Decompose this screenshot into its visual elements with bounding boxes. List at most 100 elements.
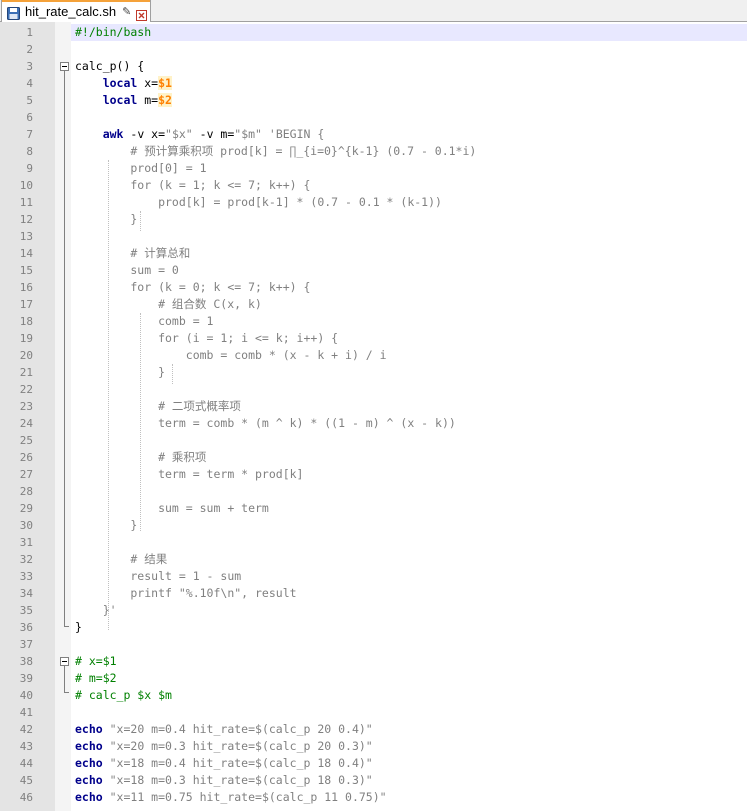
line-code: result = 1 - sum (75, 568, 241, 585)
line-number: 40 (19, 689, 33, 702)
line-number: 18 (19, 315, 33, 328)
code-line[interactable]: 19 for (i = 1; i <= k; i++) { (0, 330, 747, 347)
code-line[interactable]: 5 local m=$2 (0, 92, 747, 109)
close-icon[interactable] (136, 6, 148, 21)
code-line[interactable]: 11 prod[k] = prod[k-1] * (0.7 - 0.1 * (k… (0, 194, 747, 211)
code-line[interactable]: 18 comb = 1 (0, 313, 747, 330)
line-number: 36 (19, 621, 33, 634)
line-code: awk -v x="$x" -v m="$m" 'BEGIN { (75, 126, 325, 143)
code-line[interactable]: 31 (0, 534, 747, 551)
line-number: 16 (19, 281, 33, 294)
code-line[interactable]: 25 (0, 432, 747, 449)
code-line[interactable]: 41 (0, 704, 747, 721)
code-line[interactable]: 4 local x=$1 (0, 75, 747, 92)
code-line[interactable]: 36} (0, 619, 747, 636)
code-line[interactable]: 14 # 计算总和 (0, 245, 747, 262)
code-line[interactable]: 3 calc_p() { (0, 58, 747, 75)
line-code: # 二项式概率项 (75, 398, 241, 415)
code-token: #!/bin/bash (75, 25, 152, 39)
code-line[interactable]: 6 (0, 109, 747, 126)
line-number: 32 (19, 553, 33, 566)
code-token: } (75, 620, 82, 634)
code-line[interactable]: 10 for (k = 1; k <= 7; k++) { (0, 177, 747, 194)
line-code: comb = 1 (75, 313, 213, 330)
line-code: echo "x=18 m=0.3 hit_rate=$(calc_p 18 0.… (75, 772, 373, 789)
code-line[interactable]: 1 #!/bin/bash (0, 24, 747, 41)
code-line[interactable]: 43 echo "x=20 m=0.3 hit_rate=$(calc_p 20 … (0, 738, 747, 755)
line-code: } (75, 517, 137, 534)
code-line[interactable]: 42 echo "x=20 m=0.4 hit_rate=$(calc_p 20 … (0, 721, 747, 738)
code-line[interactable]: 2 (0, 41, 747, 58)
code-line[interactable]: 13 (0, 228, 747, 245)
code-line[interactable]: 29 sum = sum + term (0, 500, 747, 517)
code-token: echo (75, 790, 103, 804)
code-line[interactable]: 23 # 二项式概率项 (0, 398, 747, 415)
line-code: # x=$1 (75, 653, 117, 670)
code-line[interactable]: 44 echo "x=18 m=0.4 hit_rate=$(calc_p 18 … (0, 755, 747, 772)
pin-icon[interactable]: ✎ (122, 5, 131, 18)
code-line[interactable]: 40 # calc_p $x $m (0, 687, 747, 704)
save-icon (7, 5, 20, 20)
line-number: 7 (26, 128, 33, 141)
line-number: 3 (26, 60, 33, 73)
line-code: local m=$2 (75, 92, 172, 109)
tab-accent-line (2, 0, 150, 2)
code-line[interactable]: 30 } (0, 517, 747, 534)
code-line[interactable]: 16 for (k = 0; k <= 7; k++) { (0, 279, 747, 296)
code-line[interactable]: 12 } (0, 211, 747, 228)
line-code: # 结果 (75, 551, 167, 568)
line-code: # 乘积项 (75, 449, 206, 466)
code-line[interactable]: 9 prod[0] = 1 (0, 160, 747, 177)
code-line[interactable]: 34 printf "%.10f\n", result (0, 585, 747, 602)
code-line[interactable]: 20 comb = comb * (x - k + i) / i (0, 347, 747, 364)
line-code: prod[k] = prod[k-1] * (0.7 - 0.1 * (k-1)… (75, 194, 442, 211)
code-token: # 二项式概率项 (75, 399, 241, 413)
line-number: 6 (26, 111, 33, 124)
line-number: 34 (19, 587, 33, 600)
code-line[interactable]: 32 # 结果 (0, 551, 747, 568)
line-number: 41 (19, 706, 33, 719)
code-token: "$m" (234, 127, 262, 141)
code-line[interactable]: 33 result = 1 - sum (0, 568, 747, 585)
code-token: "x=11 m=0.75 hit_rate=$(calc_p 11 0.75)" (102, 790, 387, 804)
code-editor[interactable]: 1 #!/bin/bash 2 3 calc_p() {4 local x=$1 5 lo… (0, 22, 747, 811)
code-line[interactable]: 37 (0, 636, 747, 653)
code-line[interactable]: 27 term = term * prod[k] (0, 466, 747, 483)
code-token: prod[k] = prod[k-1] * (0.7 - 0.1 * (k-1)… (75, 195, 442, 209)
code-token: } (75, 365, 166, 379)
code-line[interactable]: 21 } (0, 364, 747, 381)
code-line[interactable]: 24 term = comb * (m ^ k) * ((1 - m) ^ (x… (0, 415, 747, 432)
code-token: # calc_p $x $m (75, 688, 172, 702)
line-code: term = term * prod[k] (75, 466, 303, 483)
tab-filename: hit_rate_calc.sh (25, 4, 117, 19)
code-line[interactable]: 45 echo "x=18 m=0.3 hit_rate=$(calc_p 18 … (0, 772, 747, 789)
line-number: 26 (19, 451, 33, 464)
code-line[interactable]: 35 }' (0, 602, 747, 619)
code-line[interactable]: 17 # 组合数 C(x, k) (0, 296, 747, 313)
line-number: 38 (19, 655, 33, 668)
code-token: sum = 0 (75, 263, 179, 277)
line-number: 4 (26, 77, 33, 90)
code-line[interactable]: 26 # 乘积项 (0, 449, 747, 466)
code-token: # 组合数 C(x, k) (75, 297, 262, 311)
line-code: # m=$2 (75, 670, 117, 687)
code-line[interactable]: 8 # 预计算乘积项 prod[k] = ∏_{i=0}^{k-1} (0.7 … (0, 143, 747, 160)
line-number: 5 (26, 94, 33, 107)
code-line[interactable]: 22 (0, 381, 747, 398)
line-code: } (75, 364, 165, 381)
code-line[interactable]: 46 echo "x=11 m=0.75 hit_rate=$(calc_p 11… (0, 789, 747, 806)
line-code: echo "x=11 m=0.75 hit_rate=$(calc_p 11 0… (75, 789, 387, 806)
code-line[interactable]: 15 sum = 0 (0, 262, 747, 279)
code-line[interactable]: 7 awk -v x="$x" -v m="$m" 'BEGIN { (0, 126, 747, 143)
line-number: 19 (19, 332, 33, 345)
file-tab[interactable]: hit_rate_calc.sh ✎ (1, 0, 151, 22)
code-line[interactable]: 39 # m=$2 (0, 670, 747, 687)
code-line[interactable]: 28 (0, 483, 747, 500)
line-code: calc_p() { (75, 58, 144, 75)
line-number: 9 (26, 162, 33, 175)
line-number: 13 (19, 230, 33, 243)
code-token: term = comb * (m ^ k) * ((1 - m) ^ (x - … (75, 416, 456, 430)
code-line[interactable]: 38 # x=$1 (0, 653, 747, 670)
